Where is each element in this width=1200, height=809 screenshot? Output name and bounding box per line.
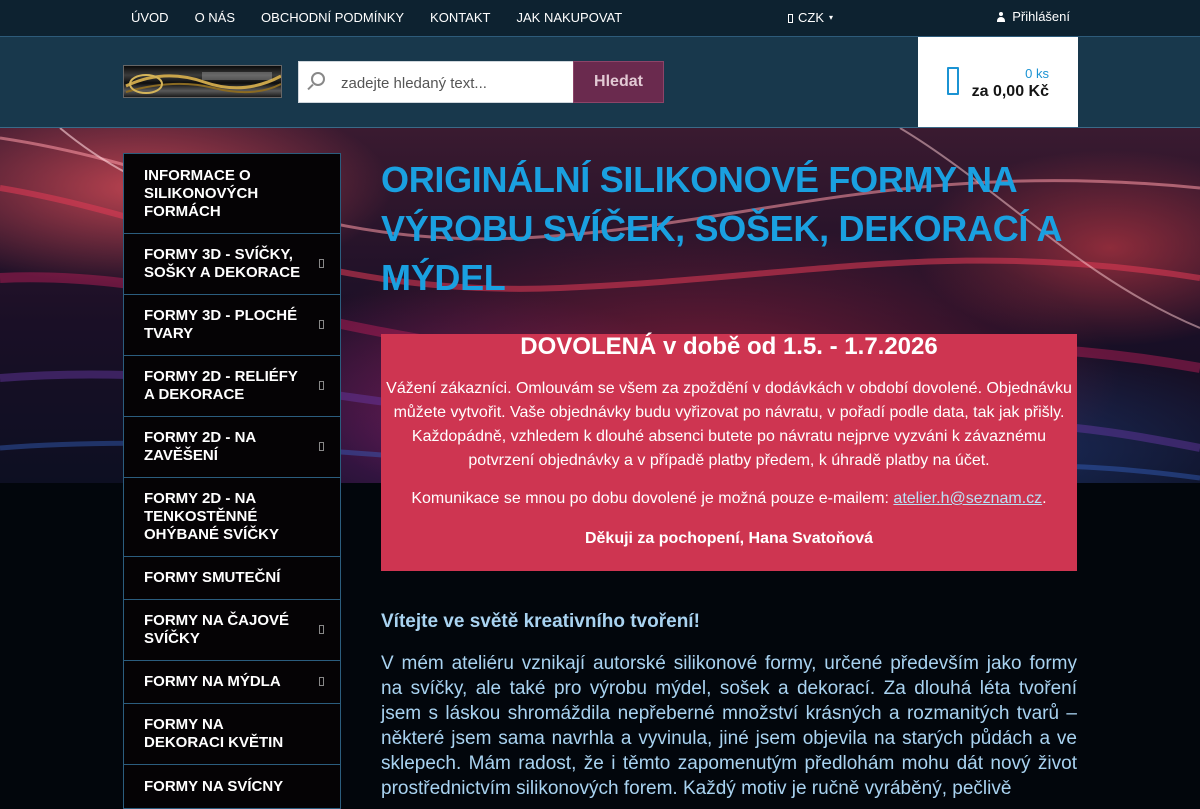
user-icon xyxy=(997,11,1006,22)
sidebar-item-formy-cajove-svicky[interactable]: FORMY NA ČAJOVÉ SVÍČKY xyxy=(124,600,340,661)
welcome-heading: Vítejte ve světě kreativního tvoření! xyxy=(381,611,700,632)
sidebar-item-label: FORMY 2D - NA ZAVĚŠENÍ xyxy=(144,429,256,464)
sidebar-item-formy-2d-tenkostenne[interactable]: FORMY 2D - NA TENKOSTĚNNÉ OHÝBANÉ SVÍČKY xyxy=(124,478,340,557)
site-header: Hledat 0 ks za 0,00 Kč xyxy=(0,37,1200,128)
cart-icon xyxy=(947,67,959,95)
sidebar-item-label: FORMY NA MÝDLA xyxy=(144,673,281,690)
nav-link-o-nas[interactable]: O NÁS xyxy=(182,0,248,36)
currency-icon xyxy=(788,13,793,23)
sidebar-item-label: FORMY NA ČAJOVÉ SVÍČKY xyxy=(144,612,290,647)
intro-paragraph: V mém ateliéru vznikají autorské silikon… xyxy=(381,653,1077,799)
submenu-arrow-icon xyxy=(319,381,324,390)
currency-selector[interactable]: CZK ▾ xyxy=(788,0,833,36)
sidebar-item-informace[interactable]: INFORMACE O SILIKONOVÝCH FORMÁCH xyxy=(124,154,340,234)
vacation-notice: DOVOLENÁ v době od 1.5. - 1.7.2026 Vážen… xyxy=(381,334,1077,571)
submenu-arrow-icon xyxy=(319,442,324,451)
cart-total: za 0,00 Kč xyxy=(971,83,1049,100)
nav-link-uvod[interactable]: ÚVOD xyxy=(118,0,182,36)
sidebar-item-label: INFORMACE O SILIKONOVÝCH FORMÁCH xyxy=(144,166,259,220)
search-input[interactable] xyxy=(339,62,573,104)
sidebar-item-label: FORMY 2D - RELIÉFY A DEKORACE xyxy=(144,368,298,403)
sidebar-item-formy-3d-svicky[interactable]: FORMY 3D - SVÍČKY, SOŠKY A DEKORACE xyxy=(124,234,340,295)
login-label: Přihlášení xyxy=(1012,9,1070,24)
search-icon xyxy=(311,72,325,86)
sidebar-item-label: FORMY 3D - PLOCHÉ TVARY xyxy=(144,307,298,342)
sidebar-item-formy-2d-zaveseni[interactable]: FORMY 2D - NA ZAVĚŠENÍ xyxy=(124,417,340,478)
sidebar-item-label: FORMY NA SVÍCNY xyxy=(144,777,284,795)
site-logo[interactable] xyxy=(123,65,282,98)
sidebar-item-formy-dekorace-kvetin[interactable]: FORMY NA DEKORACI KVĚTIN xyxy=(124,704,340,765)
submenu-arrow-icon xyxy=(319,625,324,634)
submenu-arrow-icon xyxy=(319,320,324,329)
sidebar-item-label: FORMY 3D - SVÍČKY, SOŠKY A DEKORACE xyxy=(144,246,301,281)
search-box xyxy=(298,61,574,104)
search-button[interactable]: Hledat xyxy=(573,61,664,103)
sidebar-item-formy-smutecni[interactable]: FORMY SMUTEČNÍ xyxy=(124,557,340,600)
notice-contact-end: . xyxy=(1042,490,1047,507)
contact-email-link[interactable]: atelier.h@seznam.cz xyxy=(893,490,1042,507)
notice-text: Vážení zákazníci. Omlouvám se všem za zp… xyxy=(386,380,1072,469)
cart-widget[interactable]: 0 ks za 0,00 Kč xyxy=(918,37,1078,127)
nav-link-jak-nakupovat[interactable]: JAK NAKUPOVAT xyxy=(503,0,635,36)
sidebar-item-formy-3d-ploche[interactable]: FORMY 3D - PLOCHÉ TVARY xyxy=(124,295,340,356)
submenu-arrow-icon xyxy=(319,677,324,686)
nav-link-kontakt[interactable]: KONTAKT xyxy=(417,0,503,36)
notice-contact-text: Komunikace se mnou po dobu dovolené je m… xyxy=(411,490,894,507)
top-navigation: ÚVOD O NÁS OBCHODNÍ PODMÍNKY KONTAKT JAK… xyxy=(118,0,635,36)
currency-label: CZK xyxy=(798,10,824,25)
sidebar-item-label: FORMY NA DEKORACI KVĚTIN xyxy=(144,716,284,751)
page-title: ORIGINÁLNÍ SILIKONOVÉ FORMY NA VÝROBU SV… xyxy=(381,159,1061,298)
notice-signature: Děkuji za pochopení, Hana Svatoňová xyxy=(584,530,874,547)
cart-count: 0 ks xyxy=(1025,66,1049,81)
notice-contact: Komunikace se mnou po dobu dovolené je m… xyxy=(381,490,1077,508)
notice-title: DOVOLENÁ v době od 1.5. - 1.7.2026 xyxy=(520,333,938,360)
submenu-arrow-icon xyxy=(319,259,324,268)
login-link[interactable]: Přihlášení xyxy=(997,0,1070,33)
sidebar-item-label: FORMY 2D - NA TENKOSTĚNNÉ OHÝBANÉ SVÍČKY xyxy=(144,490,280,543)
sidebar-item-formy-2d-reliefy[interactable]: FORMY 2D - RELIÉFY A DEKORACE xyxy=(124,356,340,417)
sidebar-item-label: FORMY SMUTEČNÍ xyxy=(144,569,281,586)
chevron-down-icon: ▾ xyxy=(829,13,834,22)
sidebar-item-formy-mydla[interactable]: FORMY NA MÝDLA xyxy=(124,661,340,704)
nav-link-obchodni-podminky[interactable]: OBCHODNÍ PODMÍNKY xyxy=(248,0,417,36)
top-bar: ÚVOD O NÁS OBCHODNÍ PODMÍNKY KONTAKT JAK… xyxy=(0,0,1200,37)
sidebar-item-formy-svicny[interactable]: FORMY NA SVÍCNY xyxy=(124,765,340,808)
category-sidebar: INFORMACE O SILIKONOVÝCH FORMÁCH FORMY 3… xyxy=(123,153,341,809)
